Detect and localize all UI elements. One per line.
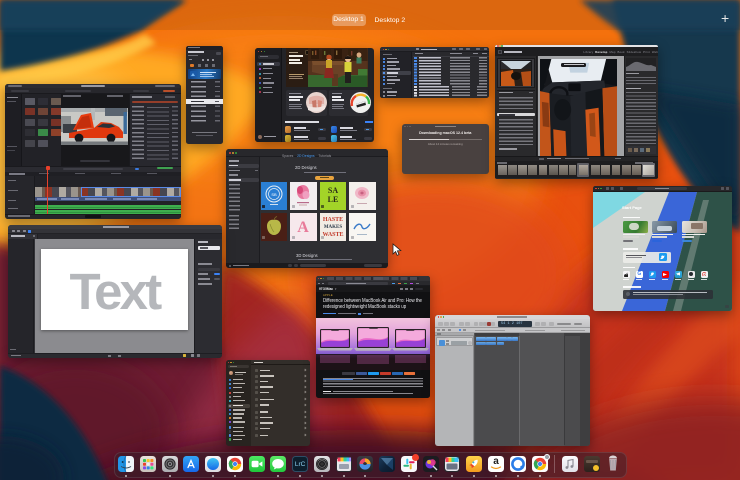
svg-text:A: A — [298, 219, 310, 236]
svg-text:SB: SB — [271, 192, 277, 197]
svg-text:SA: SA — [328, 186, 338, 195]
svg-text:HASTE: HASTE — [323, 217, 343, 223]
svg-text:LE: LE — [327, 195, 338, 204]
svg-text:MAKES: MAKES — [324, 225, 343, 230]
svg-text:WASTE: WASTE — [322, 232, 343, 238]
